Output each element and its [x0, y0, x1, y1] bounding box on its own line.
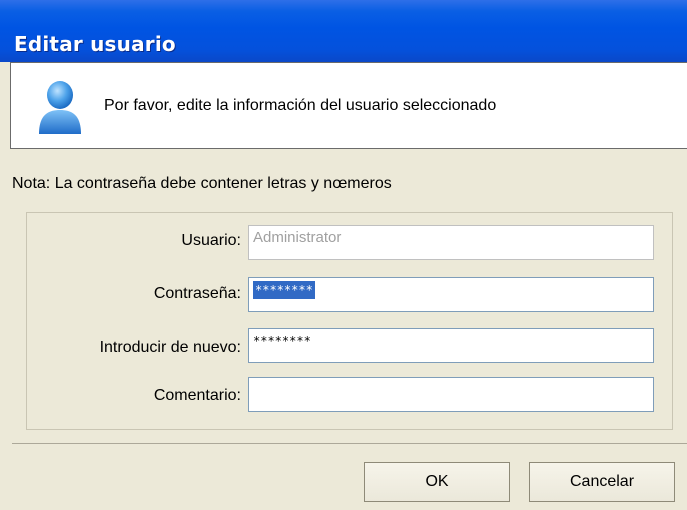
reintroducir-label: Introducir de nuevo: — [99, 339, 241, 356]
dialog-left-edge — [0, 62, 10, 510]
header-message: Por favor, edite la información del usua… — [104, 97, 497, 114]
title-bar[interactable]: Editar usuario — [0, 0, 687, 62]
reintroducir-field[interactable]: ******** — [248, 328, 654, 363]
usuario-field: Administrator — [248, 225, 654, 260]
user-icon — [39, 81, 81, 134]
cancel-label: Cancelar — [569, 473, 635, 490]
comentario-label: Comentario: — [153, 387, 241, 404]
contrasena-label: Contraseña: — [153, 285, 241, 302]
comentario-field[interactable] — [248, 377, 654, 412]
ok-button[interactable]: OK — [364, 462, 510, 502]
window-title: Editar usuario — [14, 32, 176, 56]
password-note: Nota: La contraseña debe contener letras… — [12, 175, 392, 192]
usuario-label: Usuario: — [181, 232, 241, 249]
usuario-value: Administrator — [253, 229, 342, 246]
ok-label: OK — [425, 473, 449, 490]
button-divider — [12, 443, 687, 444]
cancel-button[interactable]: Cancelar — [529, 462, 675, 502]
contrasena-value: ******** — [253, 281, 315, 299]
contrasena-field[interactable]: ******** — [248, 277, 654, 312]
header-panel: Por favor, edite la información del usua… — [10, 62, 687, 149]
reintroducir-value: ******** — [253, 334, 311, 348]
